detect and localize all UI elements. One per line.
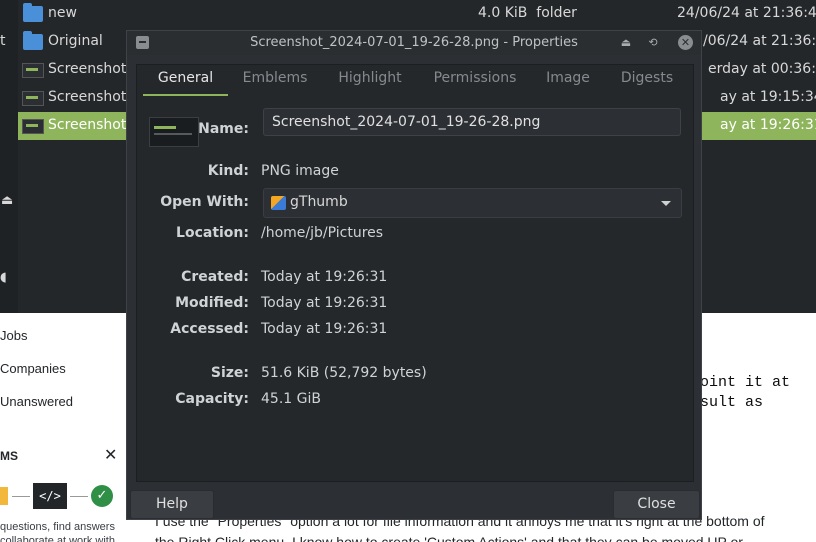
size-label: Size: — [210, 365, 249, 381]
file-date: erday at 00:36:57 — [708, 61, 816, 77]
file-name: Screenshot_ — [48, 89, 134, 105]
checkmark-icon: ✓ — [91, 485, 113, 507]
file-date: /06/24 at 21:36:07 — [703, 33, 816, 49]
location-value: /home/jb/Pictures — [261, 225, 384, 241]
gthumb-app-icon — [271, 196, 286, 210]
tab-emblems[interactable]: Emblems — [233, 70, 317, 96]
tab-general[interactable]: General — [143, 70, 228, 96]
close-window-icon[interactable]: ✕ — [678, 35, 693, 50]
image-thumb-icon — [22, 63, 44, 78]
name-input[interactable] — [263, 108, 681, 136]
teams-heading: MS — [0, 449, 18, 463]
file-date: ay at 19:15:34 — [720, 89, 816, 105]
file-name: new — [48, 5, 77, 21]
shade-icon[interactable]: ⏏ — [617, 34, 635, 52]
code-block-fragment: oint it at sult as — [700, 374, 791, 411]
dialog-titlebar[interactable]: Screenshot_2024-07-01_19-26-28.png - Pro… — [127, 31, 701, 55]
open-with-label: Open With: — [160, 194, 249, 210]
created-value: Today at 19:26:31 — [261, 269, 388, 285]
created-label: Created: — [181, 269, 249, 285]
location-label: Location: — [176, 225, 249, 241]
kind-value: PNG image — [261, 163, 339, 179]
file-name: Original — [48, 33, 103, 49]
code-icon: </> — [33, 483, 67, 509]
nav-link-companies[interactable]: Companies — [0, 361, 66, 376]
properties-dialog: Screenshot_2024-07-01_19-26-28.png - Pro… — [126, 30, 702, 520]
open-with-value: gThumb — [290, 194, 348, 210]
chevron-down-icon — [661, 201, 671, 206]
minimize-icon[interactable]: ⟲ — [644, 34, 662, 52]
eject-icon[interactable]: ⏏ — [1, 193, 13, 208]
help-button[interactable]: Help — [130, 490, 214, 519]
accessed-value: Today at 19:26:31 — [261, 321, 388, 337]
modified-label: Modified: — [175, 295, 249, 311]
open-with-dropdown[interactable]: gThumb — [263, 188, 682, 218]
folder-icon — [23, 31, 43, 50]
nav-link-jobs[interactable]: Jobs — [0, 328, 27, 343]
folder-icon — [23, 3, 43, 22]
tab-image[interactable]: Image — [537, 70, 599, 96]
name-label: Name: — [198, 121, 249, 137]
size-value: 51.6 KiB (52,792 bytes) — [261, 365, 427, 381]
file-date: ay at 19:26:31 — [720, 117, 816, 133]
nav-link-unanswered[interactable]: Unanswered — [0, 394, 73, 409]
properties-panel: General Emblems Highlight Permissions Im… — [136, 64, 694, 482]
dialog-title: Screenshot_2024-07-01_19-26-28.png - Pro… — [250, 35, 578, 50]
teams-illustration: </> ✓ — [0, 483, 120, 509]
file-name: Screenshot_ — [48, 61, 134, 77]
image-thumb-icon — [22, 91, 44, 106]
close-icon[interactable]: ✕ — [104, 445, 117, 464]
modified-value: Today at 19:26:31 — [261, 295, 388, 311]
image-thumb-icon — [22, 119, 44, 134]
file-size: 4.0 KiB folder — [478, 5, 577, 21]
sidebar-fragment-icon: ◖ — [0, 270, 7, 285]
file-name: Screenshot_ — [48, 117, 134, 133]
capacity-label: Capacity: — [175, 391, 249, 407]
tab-bar: General Emblems Highlight Permissions Im… — [137, 65, 693, 96]
file-row-new[interactable]: new 4.0 KiB folder 24/06/24 at 21:36:48 — [18, 0, 816, 28]
tab-permissions[interactable]: Permissions — [423, 70, 527, 96]
kind-label: Kind: — [207, 163, 249, 179]
sticky-note-icon — [0, 487, 8, 505]
tab-highlight[interactable]: Highlight — [326, 70, 414, 96]
teams-blurb: questions, find answers collaborate at w… — [0, 521, 115, 542]
accessed-label: Accessed: — [170, 321, 249, 337]
close-button[interactable]: Close — [613, 490, 700, 519]
capacity-value: 45.1 GiB — [261, 391, 321, 407]
file-date: 24/06/24 at 21:36:48 — [677, 5, 816, 21]
sidebar-fragment-text: t — [0, 33, 6, 49]
tab-digests[interactable]: Digests — [611, 70, 683, 96]
